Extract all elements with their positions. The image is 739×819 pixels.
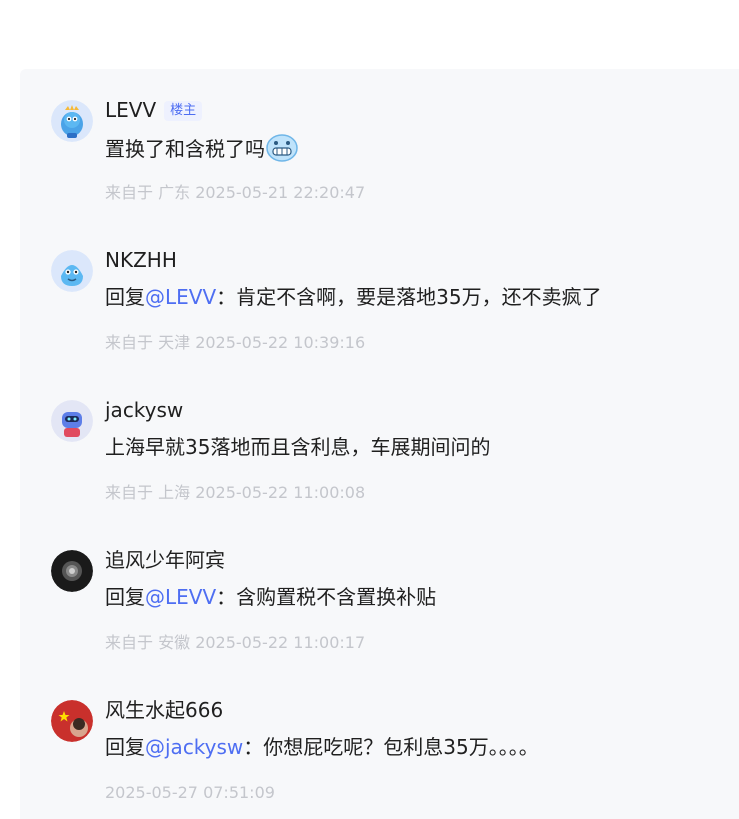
user-avatar[interactable] — [51, 700, 93, 742]
comment-meta: 来自于 上海 2025-05-22 11:00:08 — [105, 483, 365, 503]
comment-text: ：肯定不含啊，要是落地35万，还不卖疯了 — [216, 285, 602, 309]
reply-prefix: 回复 — [105, 585, 145, 609]
username[interactable]: 风生水起666 — [105, 697, 223, 723]
reply-prefix: 回复 — [105, 735, 145, 759]
username[interactable]: jackysw — [105, 397, 183, 423]
mention-link[interactable]: @LEVV — [145, 585, 216, 609]
comment-content: 回复@LEVV：含购置税不含置换补贴 — [105, 582, 436, 612]
author-badge: 楼主 — [164, 101, 203, 121]
username-text[interactable]: LEVV — [105, 98, 156, 122]
timestamp: 2025-05-21 22:20:47 — [195, 183, 366, 202]
mention-link[interactable]: @LEVV — [145, 285, 216, 309]
comment-panel: LEVV 楼主 置换了和含税了吗 来自于 广东 2025-05-21 22:20:… — [20, 69, 739, 819]
comment-meta: 来自于 广东 2025-05-21 22:20:47 — [105, 183, 365, 203]
reply-prefix: 回复 — [105, 285, 145, 309]
timestamp: 2025-05-22 10:39:16 — [195, 333, 366, 352]
location-text: 来自于 天津 — [105, 333, 191, 352]
user-avatar[interactable] — [51, 100, 93, 142]
timestamp: 2025-05-22 11:00:17 — [195, 633, 366, 652]
timestamp: 2025-05-27 07:51:09 — [105, 783, 275, 802]
user-avatar[interactable] — [51, 400, 93, 442]
username[interactable]: 追风少年阿宾 — [105, 547, 225, 573]
comment-text: ：你想屁吃呢？包利息35万。。。。 — [243, 735, 539, 759]
timestamp: 2025-05-22 11:00:08 — [195, 483, 366, 502]
location-text: 来自于 上海 — [105, 483, 191, 502]
comment-meta: 2025-05-27 07:51:09 — [105, 783, 275, 803]
mention-link[interactable]: @jackysw — [145, 735, 243, 759]
location-text: 来自于 广东 — [105, 183, 191, 202]
username[interactable]: NKZHH — [105, 247, 177, 273]
grimace-emoji-icon — [265, 132, 299, 162]
comment-text: 置换了和含税了吗 — [105, 137, 265, 161]
comment-content: 回复@jackysw：你想屁吃呢？包利息35万。。。。 — [105, 732, 539, 762]
comment-content: 回复@LEVV：肯定不含啊，要是落地35万，还不卖疯了 — [105, 282, 602, 312]
comment-meta: 来自于 安徽 2025-05-22 11:00:17 — [105, 633, 365, 653]
location-text: 来自于 安徽 — [105, 633, 191, 652]
username[interactable]: LEVV 楼主 — [105, 97, 203, 123]
comment-content: 上海早就35落地而且含利息，车展期间问的 — [105, 435, 491, 459]
user-avatar[interactable] — [51, 250, 93, 292]
user-avatar[interactable] — [51, 550, 93, 592]
comment-meta: 来自于 天津 2025-05-22 10:39:16 — [105, 333, 365, 353]
comment-content: 置换了和含税了吗 — [105, 132, 299, 164]
comment-text: ：含购置税不含置换补贴 — [216, 585, 437, 609]
